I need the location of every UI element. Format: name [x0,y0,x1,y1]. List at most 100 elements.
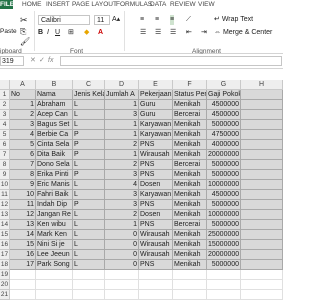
table-cell[interactable]: 4500000 [207,190,241,200]
table-cell[interactable] [241,170,283,180]
table-cell[interactable]: PNS [139,220,173,230]
table-cell[interactable]: 1 [105,130,139,140]
table-cell[interactable]: Eric Manis [36,180,73,190]
table-cell[interactable]: 5000000 [207,120,241,130]
table-cell[interactable]: Bercerai [173,220,207,230]
table-cell[interactable]: 20000000 [207,150,241,160]
table-cell[interactable]: P [73,170,105,180]
table-cell[interactable]: PNS [139,160,173,170]
table-cell[interactable] [241,110,283,120]
table-cell[interactable]: 3 [105,110,139,120]
column-header-c[interactable]: C [73,80,105,90]
table-cell[interactable] [241,250,283,260]
tab-file[interactable]: FILE [0,0,14,9]
table-cell[interactable] [241,190,283,200]
border-icon[interactable]: ⊞ [68,28,74,38]
table-cell[interactable]: 3 [10,120,36,130]
table-cell[interactable]: 20000000 [207,250,241,260]
table-cell[interactable] [241,160,283,170]
table-cell[interactable]: Menikah [173,240,207,250]
table-cell[interactable]: 1 [105,220,139,230]
table-cell[interactable]: 2 [10,110,36,120]
table-cell[interactable]: Menikah [173,150,207,160]
table-cell[interactable]: PNS [139,140,173,150]
row-header[interactable]: 6 [0,140,10,150]
table-cell[interactable]: 5000000 [207,260,241,270]
column-header-b[interactable]: B [36,80,73,90]
table-cell[interactable]: 3 [105,170,139,180]
empty-cell[interactable] [241,280,283,290]
table-cell[interactable]: 2 [105,140,139,150]
table-cell[interactable]: Menikah [173,260,207,270]
table-cell[interactable]: L [73,100,105,110]
table-cell[interactable]: 4500000 [207,110,241,120]
table-cell[interactable]: Jangan Re [36,210,73,220]
empty-cell[interactable] [139,280,173,290]
table-cell[interactable]: Indah Dip [36,200,73,210]
wrap-text-button[interactable]: ↵ Wrap Text [214,15,253,25]
row-header[interactable]: 20 [0,280,10,290]
row-header[interactable]: 19 [0,270,10,280]
table-cell[interactable]: 0 [105,230,139,240]
row-header[interactable]: 9 [0,170,10,180]
table-cell[interactable]: P [73,130,105,140]
empty-cell[interactable] [36,270,73,280]
table-cell[interactable]: 9 [10,180,36,190]
table-cell[interactable]: L [73,260,105,270]
table-cell[interactable]: 4000000 [207,140,241,150]
table-cell[interactable] [241,180,283,190]
align-center-icon[interactable]: ☰ [155,28,161,38]
table-cell[interactable]: L [73,180,105,190]
empty-cell[interactable] [10,290,36,300]
table-cell[interactable]: Dosen [139,180,173,190]
table-cell[interactable]: Wirausah [139,230,173,240]
tab-data[interactable]: DATA [150,0,166,9]
table-cell[interactable]: Acep Can [36,110,73,120]
font-color-icon[interactable]: A [98,28,103,38]
table-cell[interactable]: Wirausah [139,250,173,260]
table-cell[interactable]: Bercerai [173,110,207,120]
table-cell[interactable]: 0 [105,240,139,250]
table-cell[interactable]: Guru [139,100,173,110]
row-header[interactable]: 8 [0,160,10,170]
table-cell[interactable]: L [73,210,105,220]
align-right-icon[interactable]: ☰ [170,28,176,38]
table-cell[interactable]: P [73,140,105,150]
tab-view[interactable]: VIEW [198,0,215,9]
table-cell[interactable]: 4 [10,130,36,140]
row-header[interactable]: 11 [0,190,10,200]
copy-icon[interactable]: ⎘ [20,27,26,37]
table-cell[interactable]: L [73,250,105,260]
table-cell[interactable]: Menikah [173,180,207,190]
cancel-icon[interactable]: ✕ [30,56,36,66]
font-grow-icon[interactable]: A▴ [112,15,120,25]
tab-review[interactable]: REVIEW [170,0,196,9]
table-cell[interactable] [241,240,283,250]
table-cell[interactable]: L [73,220,105,230]
table-cell[interactable]: Menikah [173,100,207,110]
column-header-e[interactable]: E [139,80,173,90]
align-left-icon[interactable]: ☰ [140,28,146,38]
formula-input[interactable] [60,56,282,66]
merge-center-button[interactable]: ⇔ Merge & Center [214,28,272,38]
table-cell[interactable]: PNS [139,200,173,210]
table-cell[interactable]: 15 [10,240,36,250]
table-cell[interactable]: 6 [10,150,36,160]
table-cell[interactable]: Cinta Sela [36,140,73,150]
header-cell[interactable]: Status Per [173,90,207,100]
table-cell[interactable] [241,100,283,110]
table-cell[interactable]: 17 [10,260,36,270]
row-header[interactable]: 1 [0,90,10,100]
empty-cell[interactable] [173,270,207,280]
outdent-icon[interactable]: ⇥ [201,28,207,38]
table-cell[interactable]: 2 [105,160,139,170]
enter-icon[interactable]: ✓ [39,56,45,66]
column-header-a[interactable]: A [10,80,36,90]
header-cell[interactable]: Nama [36,90,73,100]
table-cell[interactable]: Karyawan [139,130,173,140]
table-cell[interactable]: L [73,110,105,120]
table-cell[interactable]: Park Song [36,260,73,270]
empty-cell[interactable] [207,290,241,300]
table-cell[interactable]: 5000000 [207,200,241,210]
tab-insert[interactable]: INSERT [46,0,70,9]
